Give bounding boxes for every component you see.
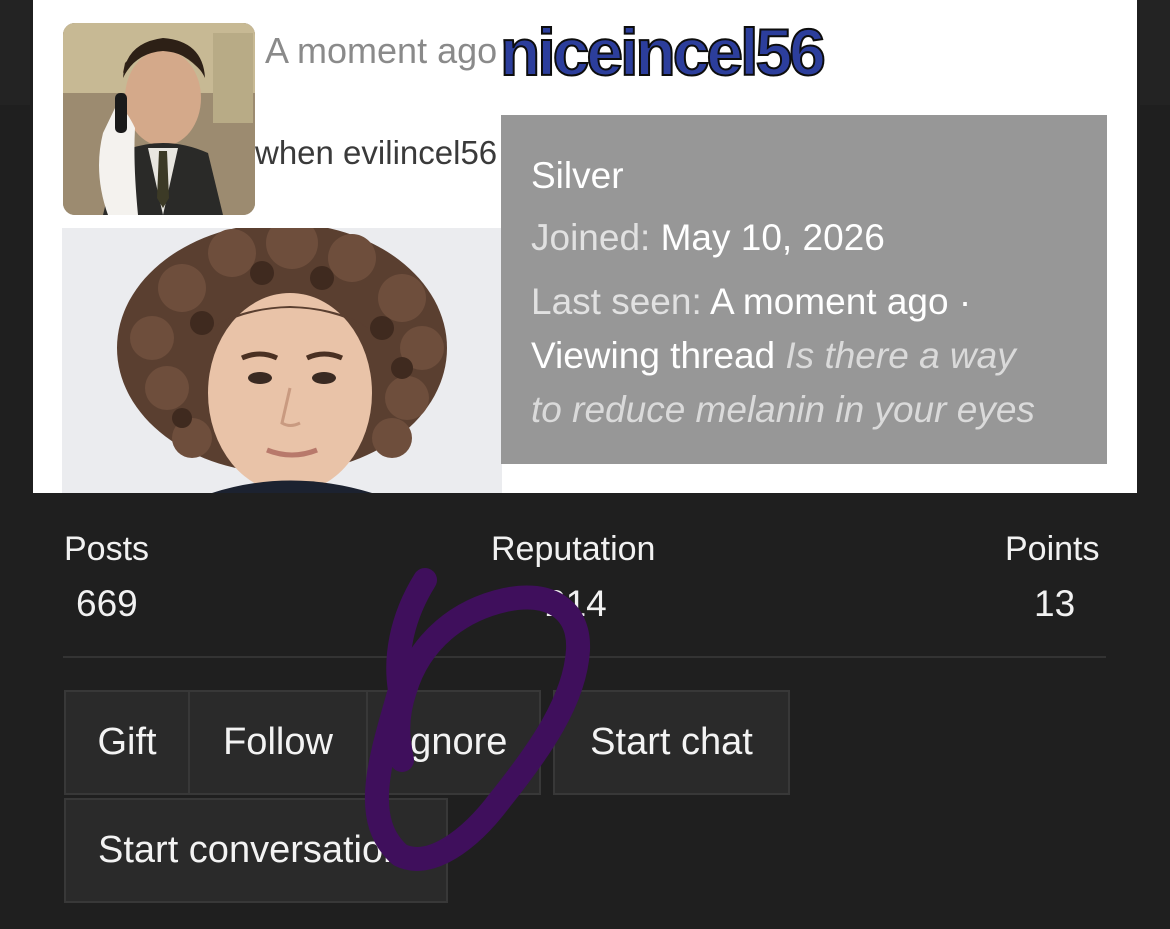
start-chat-button[interactable]: Start chat xyxy=(553,690,790,795)
user-rank: Silver xyxy=(531,155,624,196)
post-timestamp: A moment ago xyxy=(265,30,498,71)
reputation-label: Reputation xyxy=(491,530,656,568)
activity-label: Viewing thread xyxy=(531,335,776,376)
activity-row: Viewing thread Is there a way xyxy=(531,335,1016,377)
follow-button[interactable]: Follow xyxy=(188,690,368,795)
last-seen-value: A moment ago · xyxy=(709,281,972,322)
profile-page: A moment ago when evilincel56 shows up n… xyxy=(0,0,1170,929)
points-label: Points xyxy=(1005,530,1100,568)
background-panel-left xyxy=(0,0,30,105)
gift-button[interactable]: Gift xyxy=(64,690,190,795)
last-seen-label: Last seen: xyxy=(531,281,702,322)
stats-divider xyxy=(63,656,1106,658)
ignore-button[interactable]: Ignore xyxy=(366,690,541,795)
points-count[interactable]: 13 xyxy=(1034,583,1075,625)
viewed-thread-link[interactable]: Is there a way xyxy=(785,335,1015,376)
start-conversation-button[interactable]: Start conversation xyxy=(64,798,448,903)
joined-date: May 10, 2026 xyxy=(660,217,885,258)
post-author-avatar[interactable] xyxy=(63,23,255,215)
background-panel-right xyxy=(1140,0,1170,105)
profile-username[interactable]: niceincel56 xyxy=(499,14,827,90)
man-on-phone-image xyxy=(63,23,255,215)
post-image xyxy=(62,228,502,493)
profile-info-card: Silver Joined: May 10, 2026 Last seen: A… xyxy=(501,115,1107,464)
viewed-thread-link-continued[interactable]: to reduce melanin in your eyes xyxy=(531,389,1035,431)
posts-count[interactable]: 669 xyxy=(76,583,138,625)
curly-hair-man-image xyxy=(62,228,502,493)
reputation-count[interactable]: 214 xyxy=(545,583,607,625)
joined-row: Joined: May 10, 2026 xyxy=(531,217,885,259)
posts-label: Posts xyxy=(64,530,150,568)
last-seen-row: Last seen: A moment ago · xyxy=(531,281,971,323)
joined-label: Joined: xyxy=(531,217,651,258)
